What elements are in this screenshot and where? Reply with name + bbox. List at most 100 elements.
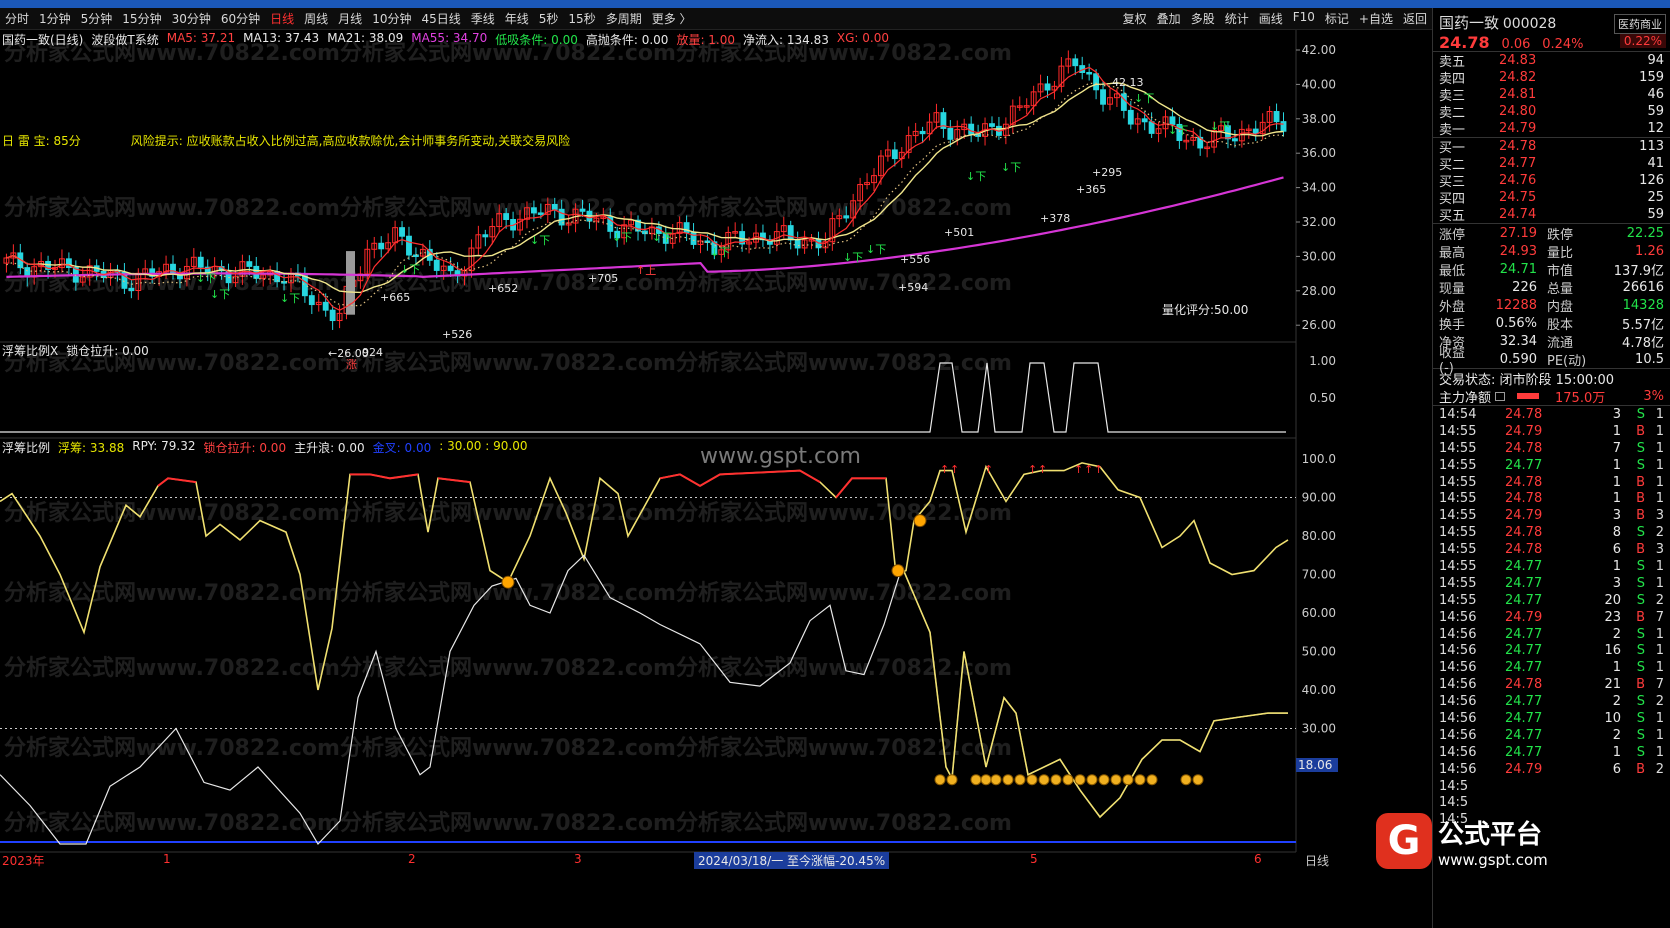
- period-tab[interactable]: 60分钟: [216, 10, 265, 27]
- tick-time: 14:55: [1439, 525, 1477, 541]
- candle-body: [794, 239, 801, 249]
- level-volume: 46: [1647, 87, 1664, 102]
- tick-row: 14:56 24.77 2 S 1: [1433, 626, 1670, 643]
- y-tick-label: 1.00: [1309, 354, 1336, 368]
- chart-annotation: +501: [944, 226, 974, 239]
- chart-annotation: +365: [1076, 183, 1106, 196]
- flow-bar: [1517, 393, 1539, 399]
- tick-row: 14:55 24.78 8 S 2: [1433, 524, 1670, 541]
- order-book-row[interactable]: 卖四 24.82 159: [1433, 69, 1670, 87]
- tick-row: 14:56 24.77 16 S 1: [1433, 642, 1670, 659]
- tick-price: 24.77: [1505, 626, 1543, 642]
- period-tab[interactable]: 月线: [333, 10, 367, 27]
- period-tab[interactable]: 10分钟: [367, 10, 416, 27]
- period-tab[interactable]: 年线: [500, 10, 534, 27]
- order-book-row[interactable]: 买二 24.77 41: [1433, 155, 1670, 173]
- order-book-row[interactable]: 买四 24.75 25: [1433, 189, 1670, 207]
- tick-side: S: [1636, 710, 1645, 726]
- period-tab[interactable]: 15秒: [563, 10, 600, 27]
- period-tab[interactable]: 多周期: [601, 10, 647, 27]
- lockup-segment: [437, 477, 471, 484]
- period-tab[interactable]: 分时: [0, 10, 34, 27]
- period-tab[interactable]: 30分钟: [167, 10, 216, 27]
- period-tab[interactable]: 5分钟: [76, 10, 118, 27]
- risk-line: 日 雷 宝: 85分 风险提示: 应收账款占收入比例过高,高应收款赊优,会计师事…: [2, 131, 578, 149]
- period-tab[interactable]: 15分钟: [117, 10, 166, 27]
- period-tab[interactable]: 更多 〉: [647, 10, 697, 27]
- tool-button[interactable]: F10: [1288, 10, 1320, 27]
- up-arrow-mark: ↑: [1038, 463, 1047, 476]
- candle-body: [787, 225, 794, 241]
- tool-button[interactable]: 叠加: [1152, 10, 1186, 27]
- down-arrow-mark: ↓下: [652, 231, 672, 244]
- level-volume: 113: [1639, 139, 1664, 154]
- period-tab[interactable]: 季线: [466, 10, 500, 27]
- period-tab[interactable]: 1分钟: [34, 10, 76, 27]
- tick-row: 14:56 24.77 10 S 1: [1433, 710, 1670, 727]
- tick-row: 14:55 24.78 7 S 1: [1433, 440, 1670, 457]
- tick-count: 3: [1655, 508, 1664, 524]
- period-tab[interactable]: 周线: [299, 10, 333, 27]
- last-price: 24.78: [1439, 33, 1490, 52]
- order-book-row[interactable]: 买三 24.76 126: [1433, 172, 1670, 190]
- tick-time: 14:55: [1439, 592, 1477, 608]
- candle-body: [128, 287, 135, 291]
- tick-side: B: [1636, 677, 1645, 693]
- tick-row: 14:55 24.79 3 B 3: [1433, 507, 1670, 524]
- tick-price: 24.77: [1505, 727, 1543, 743]
- down-arrow-mark: ↓下: [1134, 92, 1154, 105]
- level-label: 卖一: [1439, 123, 1466, 138]
- order-book-row[interactable]: 买五 24.74 59: [1433, 206, 1670, 224]
- tick-price: 24.77: [1505, 744, 1543, 760]
- order-book-row[interactable]: 卖二 24.80 59: [1433, 103, 1670, 121]
- order-book-row[interactable]: 买一 24.78 113: [1433, 138, 1670, 156]
- tick-count: 2: [1655, 525, 1664, 541]
- watermark-text: 分析家公式网www.70822.com: [4, 810, 340, 836]
- down-arrow-mark: ↓下: [530, 234, 550, 247]
- y-tick-label: 32.00: [1302, 215, 1336, 229]
- level-price: 24.79: [1499, 121, 1537, 136]
- order-book-row[interactable]: 卖一 24.79 12: [1433, 120, 1670, 138]
- indicator-value: 放量: 1.00: [676, 32, 736, 47]
- period-tab[interactable]: 45日线: [416, 10, 465, 27]
- main-flow-row: 主力净额 175.0万 3%: [1433, 387, 1670, 406]
- chart-annotation: ↑上: [636, 264, 656, 277]
- level-price: 24.80: [1499, 104, 1537, 119]
- y-tick-label: 50.00: [1302, 645, 1336, 659]
- stat-row: 最高 24.93 量比 1.26: [1433, 242, 1670, 261]
- candle-body: [537, 212, 544, 215]
- date-tick: 2023年: [2, 854, 45, 868]
- tick-price: 24.78: [1505, 677, 1543, 693]
- tool-button[interactable]: 画线: [1254, 10, 1288, 27]
- tool-button[interactable]: 复权: [1118, 10, 1152, 27]
- stat-value: 12288: [1495, 297, 1537, 313]
- tool-button[interactable]: 多股: [1186, 10, 1220, 27]
- period-tab[interactable]: 5秒: [534, 10, 564, 27]
- tool-button[interactable]: 统计: [1220, 10, 1254, 27]
- watermark-text: 分析家公式网www.70822.com: [676, 350, 1012, 376]
- chart-canvas[interactable]: 分析家公式网www.70822.com 分析家公式网www.70822.com 分析…: [0, 30, 1380, 928]
- candle-body: [329, 309, 336, 322]
- tool-button[interactable]: +自选: [1354, 10, 1398, 27]
- risk-score: 日 雷 宝: 85分: [2, 133, 81, 148]
- stat-label: 涨停: [1439, 227, 1466, 243]
- tool-button[interactable]: 标记: [1320, 10, 1354, 27]
- stat-label: 内盘: [1547, 299, 1574, 315]
- order-book-row[interactable]: 卖五 24.83 94: [1433, 52, 1670, 70]
- sector-tag[interactable]: 医药商业: [1614, 14, 1666, 34]
- tick-list[interactable]: 14:54 24.78 3 S 1 14:55 24.79 1 B 1 14:55 24.78 7 S 1 1…: [1433, 406, 1670, 828]
- order-book-row[interactable]: 卖三 24.81 46: [1433, 86, 1670, 104]
- candle-body: [308, 295, 315, 306]
- list-icon[interactable]: [1495, 391, 1505, 401]
- period-tab[interactable]: 日线: [265, 10, 299, 27]
- candle-body: [1280, 121, 1287, 132]
- tick-volume: 2: [1612, 727, 1621, 743]
- tool-button[interactable]: 返回: [1398, 10, 1432, 27]
- level-volume: 12: [1647, 121, 1664, 136]
- tick-count: 7: [1655, 677, 1664, 693]
- tick-price: 24.78: [1505, 474, 1543, 490]
- level-price: 24.77: [1499, 156, 1537, 171]
- tick-volume: 1: [1612, 744, 1621, 760]
- stat-row: 现量 226 总量 26616: [1433, 278, 1670, 297]
- level-volume: 41: [1647, 156, 1664, 171]
